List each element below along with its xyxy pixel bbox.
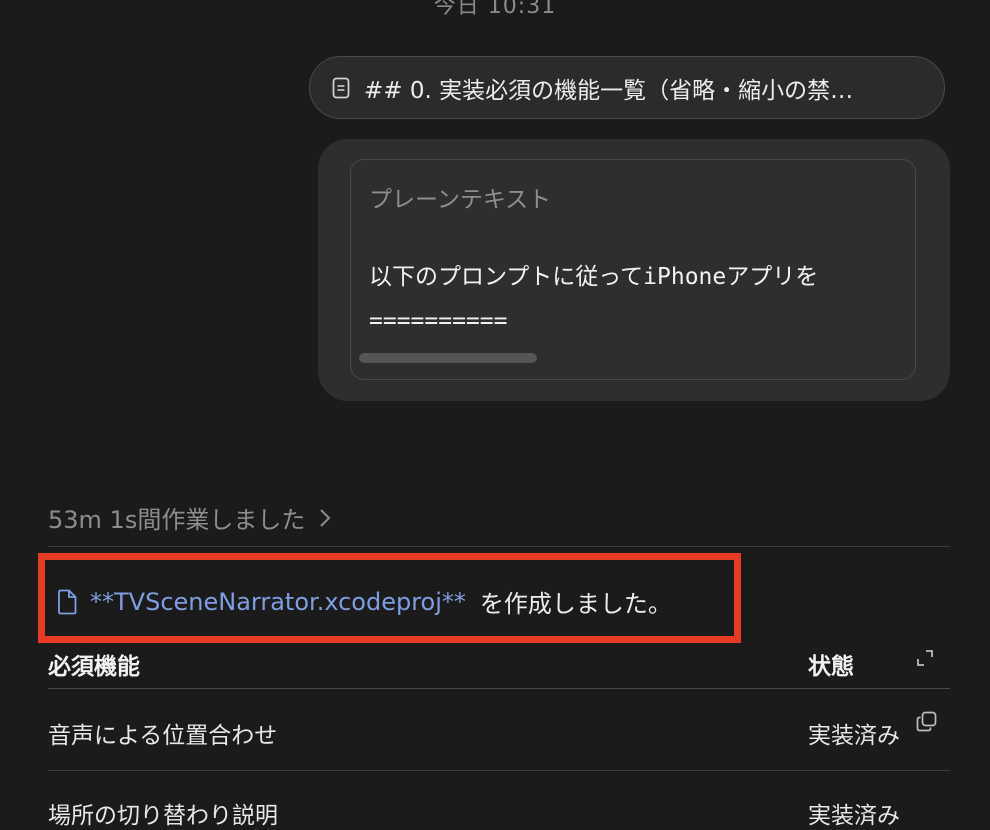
attachment-card: プレーンテキスト 以下のプロンプトに従ってiPhoneアプリを =========… [318,139,950,401]
table-cell-status: 実装済み [808,723,900,749]
work-summary-text: 53m 1s間作業しました [48,506,306,534]
attachment-line: ========== [369,308,508,334]
timestamp: 今日 10:31 [433,0,557,19]
copy-icon[interactable] [916,711,937,732]
table-cell-feature: 場所の切り替わり説明 [48,803,278,829]
expand-icon[interactable] [916,649,934,667]
attachment-type-label: プレーンテキスト [369,187,552,213]
attachment-preview[interactable]: プレーンテキスト 以下のプロンプトに従ってiPhoneアプリを =========… [350,159,916,380]
prompt-pill[interactable]: ## 0. 実装必須の機能一覧（省略・縮小の禁… [309,56,945,119]
table-header-feature: 必須機能 [48,654,140,680]
highlight-box [38,553,741,643]
horizontal-scrollbar[interactable] [359,353,537,363]
table-cell-status: 実装済み [808,803,900,829]
table-header-divider [48,688,950,689]
table-row-divider [48,770,950,771]
table-cell-feature: 音声による位置合わせ [48,723,278,749]
attachment-line: 以下のプロンプトに従ってiPhoneアプリを [369,264,819,290]
attachment-content: 以下のプロンプトに従ってiPhoneアプリを ========== [369,255,818,343]
table-header-status: 状態 [808,654,854,680]
chevron-right-icon [319,508,331,528]
work-summary-toggle[interactable]: 53m 1s間作業しました [48,500,331,535]
document-icon [332,77,350,99]
divider [48,546,950,547]
prompt-pill-text: ## 0. 実装必須の機能一覧（省略・縮小の禁… [364,77,854,104]
